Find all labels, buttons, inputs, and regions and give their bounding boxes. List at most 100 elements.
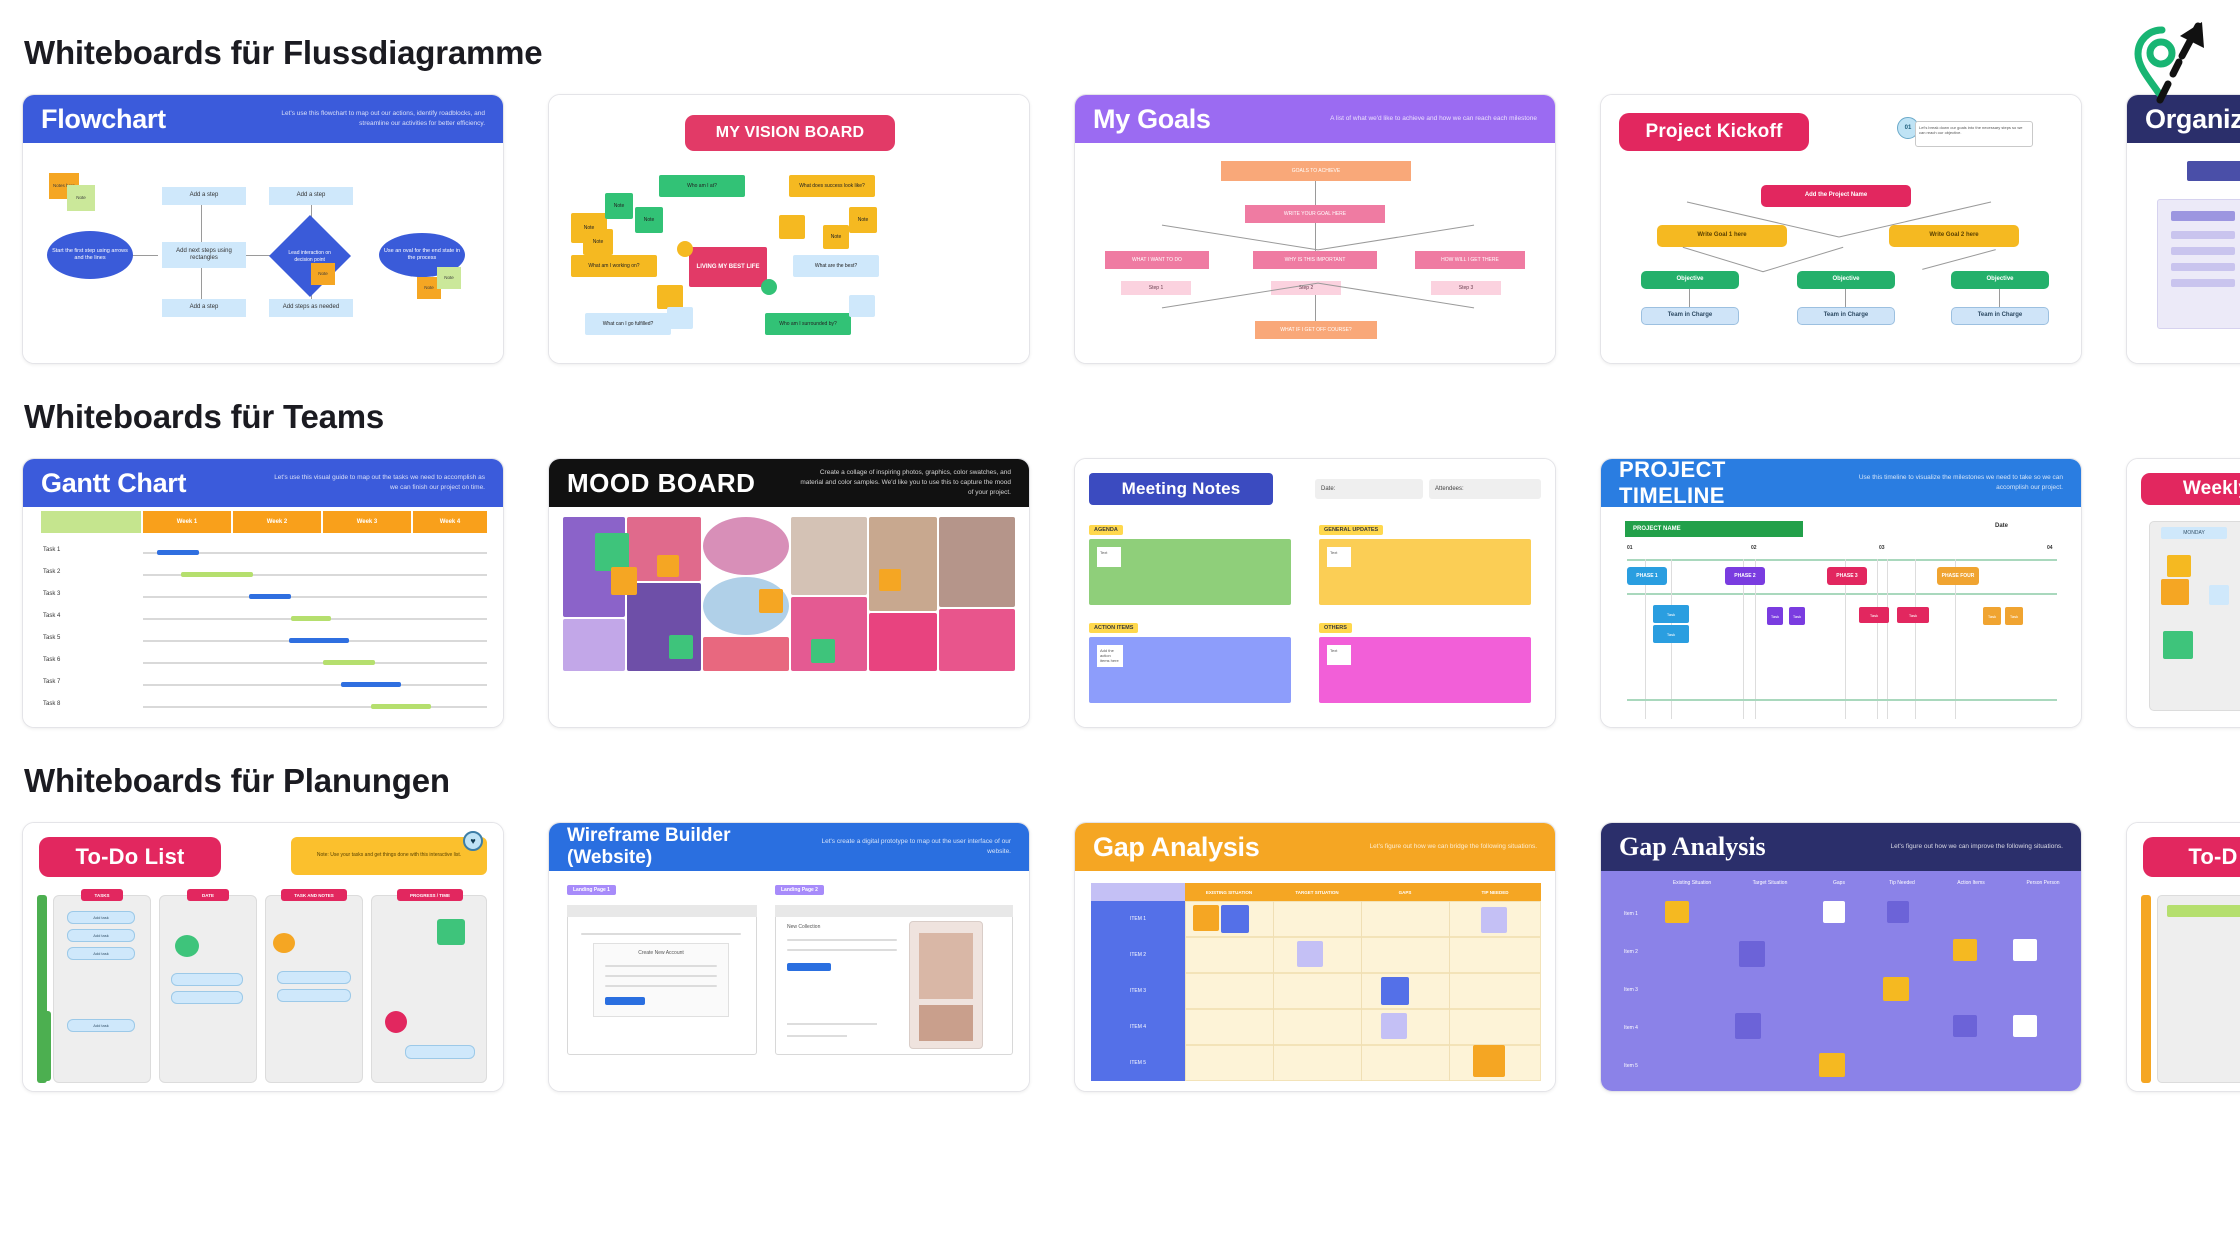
gantt-task-label: Task 5 [43,635,61,641]
template-card-vision-board[interactable]: MY VISION BOARD Who am I at? What does s… [548,94,1030,364]
template-card-todo-2[interactable]: To-D [2126,822,2240,1092]
board-my-goals: My Goals A list of what we'd like to ach… [1075,95,1555,363]
timeline-chip: Task [1983,607,2001,625]
card-title: Gap Analysis [1093,831,1260,862]
gantt-bar [291,616,331,621]
flow-node: Add a step [269,187,353,205]
card-header: Gap Analysis Let's figure out how we can… [1601,823,2081,871]
board-vision: MY VISION BOARD Who am I at? What does s… [549,95,1029,363]
card-title-badge: MY VISION BOARD [685,115,895,151]
template-card-organization[interactable]: Organization [2126,94,2240,364]
template-card-todo-list[interactable]: To-Do List Note: Use your tasks and get … [22,822,504,1092]
vision-node: Note [583,229,613,255]
goal-footer: WHAT IF I GET OFF COURSE? [1255,321,1377,339]
gap-row: ITEM 2 [1091,937,1185,973]
board-todo-2: To-D [2127,823,2240,1091]
attendees-field[interactable]: Attendees: [1429,479,1541,499]
sticky-note: Note [311,263,335,285]
gantt-task-label: Task 6 [43,657,61,663]
section-tag-others: OTHERS [1319,623,1352,633]
template-card-project-kickoff[interactable]: Project Kickoff 01 Let's break down our … [1600,94,2082,364]
template-card-my-goals[interactable]: My Goals A list of what we'd like to ach… [1074,94,1556,364]
vision-node [761,279,777,295]
kickoff-team: Team in Charge [1951,307,2049,325]
section-flussdiagramme: Whiteboards für Flussdiagramme Flowchart… [22,6,2240,364]
vision-node: What does success look like? [789,175,875,197]
card-header: Flowchart Let's use this flowchart to ma… [23,95,503,143]
board-todo: To-Do List Note: Use your tasks and get … [23,823,503,1091]
vision-node: What am I working on? [571,255,657,277]
timeline-phase: PHASE 2 [1725,567,1765,585]
template-card-gap-analysis-purple[interactable]: Gap Analysis Let's figure out how we can… [1600,822,2082,1092]
template-row: Gantt Chart Let's use this visual guide … [22,458,2240,728]
card-title-badge: To-D [2143,837,2240,877]
card-header: Gantt Chart Let's use this visual guide … [23,459,503,507]
board-wireframe: Wireframe Builder (Website) Let's create… [549,823,1029,1091]
gap-col: Existing Situation [1672,880,1712,886]
card-title-badge: Meeting Notes [1089,473,1273,505]
template-card-flowchart[interactable]: Flowchart Let's use this flowchart to ma… [22,94,504,364]
timeline-tick: 04 [2047,545,2053,551]
template-card-weekly[interactable]: Weekly MONDAY [2126,458,2240,728]
todo-note: Note: Use your tasks and get things done… [291,837,487,875]
kickoff-goal: Write Goal 2 here [1889,225,2019,247]
gantt-bar [181,572,253,577]
template-card-gantt[interactable]: Gantt Chart Let's use this visual guide … [22,458,504,728]
template-card-meeting-notes[interactable]: Meeting Notes Date: Attendees: AGENDA Te… [1074,458,1556,728]
flow-node: Add steps as needed [269,299,353,317]
flow-node: Add a step [162,187,246,205]
section-tag-action-items: ACTION ITEMS [1089,623,1139,633]
todo-column-tag: TASKS [81,889,123,901]
vision-center: LIVING MY BEST LIFE [689,247,767,287]
flow-node: Add a step [162,299,246,317]
gantt-bar [249,594,291,599]
card-header: PROJECT TIMELINE Use this timeline to vi… [1601,459,2081,508]
timeline-tick: 03 [1879,545,1885,551]
template-row: Flowchart Let's use this flowchart to ma… [22,94,2240,364]
kickoff-objective: Objective [1641,271,1739,289]
template-card-wireframe[interactable]: Wireframe Builder (Website) Let's create… [548,822,1030,1092]
card-title: My Goals [1093,103,1211,134]
gantt-bar [323,660,375,665]
board-weekly: Weekly MONDAY [2127,459,2240,727]
template-gallery: Whiteboards für Flussdiagramme Flowchart… [0,6,2240,1260]
avatar: ♥ [463,831,483,851]
template-card-gap-analysis-orange[interactable]: Gap Analysis Let's figure out how we can… [1074,822,1556,1092]
todo-column-tag: PROGRESS / TIME [397,889,463,901]
gap-col: TIP NEEDED [1449,883,1541,901]
section-title: Whiteboards für Planungen [24,762,450,799]
gap-col: Gaps [1833,880,1845,886]
vision-node [667,307,693,329]
gap-col: EXISTING SITUATION [1185,883,1273,901]
template-card-mood-board[interactable]: MOOD BOARD Create a collage of inspiring… [548,458,1030,728]
section-title: Whiteboards für Flussdiagramme [24,34,543,71]
timeline-tick: 01 [1627,545,1633,551]
section-teams: Whiteboards für Teams Gantt Chart Let's … [22,370,2240,728]
gantt-task-label: Task 4 [43,613,61,619]
gantt-task-label: Task 2 [43,569,61,575]
card-header: My Goals A list of what we'd like to ach… [1075,95,1555,143]
card-subtitle: Let's figure out how we can improve the … [1890,843,2063,851]
goal-node: WRITE YOUR GOAL HERE [1245,205,1385,223]
vision-node [779,215,805,239]
todo-item: Add task [67,911,135,924]
flow-decision: Lead interaction on decision point [268,214,352,298]
kickoff-note: Let's break down our goals into the nece… [1915,121,2033,147]
goal-root: GOALS TO ACHIEVE [1221,161,1411,181]
timeline-phase: PHASE FOUR [1937,567,1979,585]
vision-node: Who am I surrounded by? [765,313,851,335]
card-title: MOOD BOARD [567,467,756,498]
card-title: Gantt Chart [41,467,187,498]
kickoff-objective: Objective [1797,271,1895,289]
vision-node: Note [635,207,663,233]
timeline-chip: Task [1789,607,1805,625]
timeline-chip: Task [1767,607,1783,625]
wireframe-page-tag: Landing Page 2 [775,885,824,895]
date-field[interactable]: Date: [1315,479,1423,499]
board-mood: MOOD BOARD Create a collage of inspiring… [549,459,1029,727]
card-subtitle: Let's figure out how we can bridge the f… [1369,843,1537,851]
timeline-chip: Task [2005,607,2023,625]
template-card-project-timeline[interactable]: PROJECT TIMELINE Use this timeline to vi… [1600,458,2082,728]
note: Text [1327,547,1351,567]
sticky-note: Note [67,185,95,211]
